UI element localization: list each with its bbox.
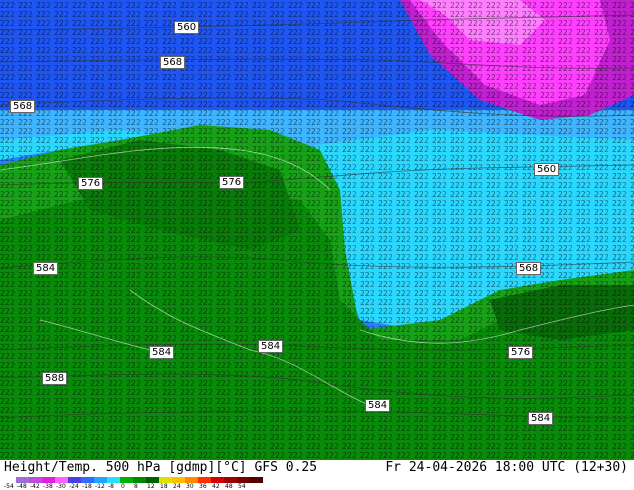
colorbar-tick-label: 36	[199, 483, 207, 490]
weather-map: 22 2	[0, 0, 634, 460]
contour-label: 584	[528, 412, 554, 425]
colorbar-tick-label: 24	[173, 483, 181, 490]
contour-label: 584	[258, 340, 284, 353]
colorbar-tick-label: 54	[238, 483, 246, 490]
colorbar-swatch	[250, 477, 263, 483]
colorbar-tick-label: 48	[225, 483, 233, 490]
colorbar-tick-label: 8	[134, 483, 138, 490]
colorbar-tick-label: -18	[82, 483, 92, 490]
contour-label: 584	[365, 399, 391, 412]
contour-label: 560	[534, 163, 560, 176]
colorbar-tick-label: 30	[186, 483, 194, 490]
colorbar-tick-label: -42	[30, 483, 40, 490]
map-canvas: 22 2	[0, 0, 634, 460]
colorbar-tick-label: -8	[108, 483, 114, 490]
colorbar-tick-label: -12	[95, 483, 105, 490]
colorbar-tick-label: 0	[121, 483, 125, 490]
contour-label: 568	[516, 262, 542, 275]
contour-label: 576	[219, 176, 245, 189]
colorbar-tick-label: 18	[160, 483, 168, 490]
colorbar-tick-label: -38	[43, 483, 53, 490]
contour-label: 576	[508, 346, 534, 359]
contour-label: 588	[42, 372, 68, 385]
colorbar-tick-label: 42	[212, 483, 220, 490]
isotherm-values-texture	[0, 0, 634, 460]
contour-label: 584	[33, 262, 59, 275]
contour-label: 568	[160, 56, 186, 69]
contour-label: 568	[10, 100, 36, 113]
colorbar-tick-label: -48	[17, 483, 27, 490]
map-title: Height/Temp. 500 hPa [gdmp][°C] GFS 0.25	[4, 460, 318, 475]
contour-label: 584	[149, 346, 175, 359]
contour-label: 576	[78, 177, 104, 190]
contour-label: 560	[174, 21, 200, 34]
colorbar-tick-label: 12	[147, 483, 155, 490]
colorbar-tick-label: -30	[56, 483, 66, 490]
forecast-time: Fr 24-04-2026 18:00 UTC (12+30)	[385, 460, 628, 475]
colorbar-tick-label: -54	[4, 483, 14, 490]
map-footer: Height/Temp. 500 hPa [gdmp][°C] GFS 0.25…	[0, 460, 634, 490]
colorbar-tick-label: -24	[69, 483, 79, 490]
